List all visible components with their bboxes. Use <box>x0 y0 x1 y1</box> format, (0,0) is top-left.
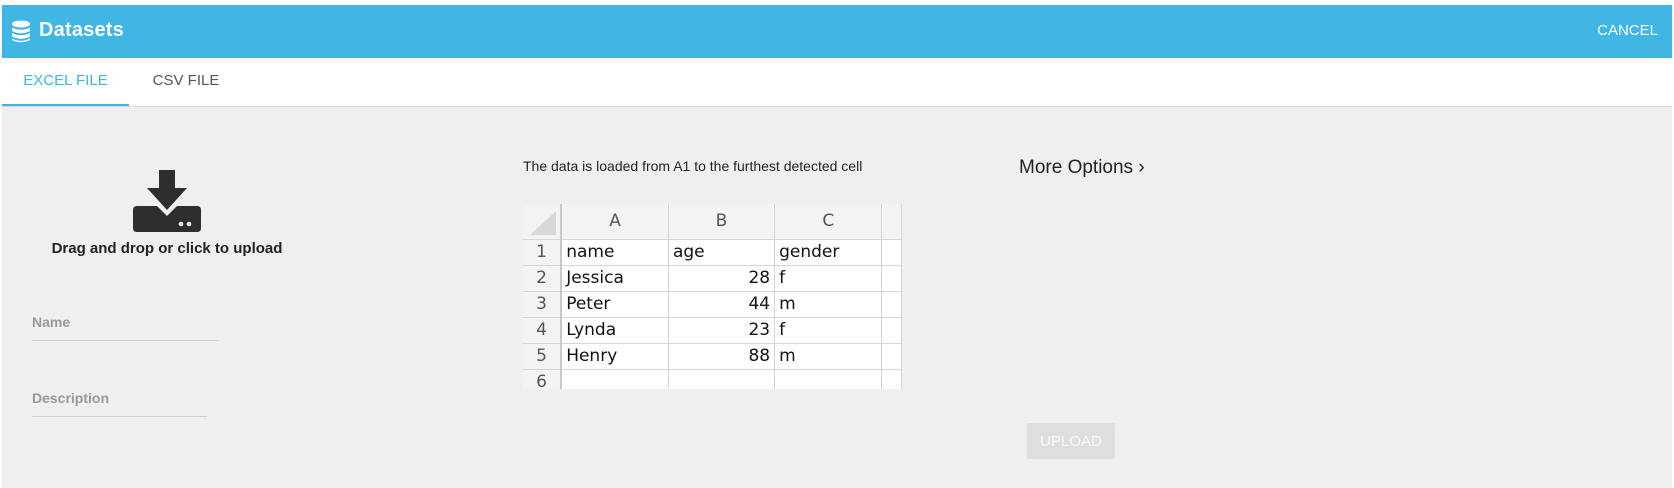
column-header: A <box>561 204 669 240</box>
row-header: 4 <box>523 317 563 344</box>
table-cell: Lynda <box>561 317 669 344</box>
row-header: 5 <box>523 343 563 370</box>
table-cell <box>881 291 902 318</box>
dialog-header: Datasets CANCEL <box>2 5 1672 58</box>
column-header: C <box>774 204 883 240</box>
table-row: 6 <box>523 369 902 389</box>
sheet-corner <box>523 204 563 240</box>
name-label: Name <box>32 314 71 330</box>
upload-button[interactable]: UPLOAD <box>1027 423 1115 459</box>
table-cell: 28 <box>668 265 776 292</box>
table-cell <box>881 239 902 266</box>
dataset-dialog: Datasets CANCEL EXCEL FILE CSV FILE Drag… <box>2 5 1672 488</box>
table-cell: Peter <box>561 291 669 318</box>
name-underline <box>32 340 218 341</box>
row-header: 3 <box>523 291 563 318</box>
more-options-label: More Options <box>1019 157 1134 178</box>
table-row: 2 Jessica 28 f <box>523 265 902 292</box>
description-field[interactable]: Description <box>32 390 207 417</box>
column-header: B <box>668 204 776 240</box>
table-cell <box>774 369 883 389</box>
column-header-row: A B C <box>523 204 902 240</box>
table-cell: 23 <box>668 317 776 344</box>
table-cell <box>881 265 902 292</box>
more-options-link[interactable]: More Options › <box>1019 157 1145 179</box>
row-header: 6 <box>523 369 563 389</box>
table-row: 1 name age gender <box>523 239 902 266</box>
description-underline <box>32 416 207 417</box>
table-cell: 88 <box>668 343 776 370</box>
name-field[interactable]: Name <box>32 314 218 341</box>
table-cell: m <box>774 343 883 370</box>
upload-instructions: Drag and drop or click to upload <box>51 240 283 257</box>
table-cell <box>561 369 669 389</box>
row-header: 1 <box>523 239 563 266</box>
table-row: 5 Henry 88 m <box>523 343 902 370</box>
table-cell: f <box>774 317 883 344</box>
tab-excel-file[interactable]: EXCEL FILE <box>2 58 129 106</box>
table-cell: f <box>774 265 883 292</box>
tab-csv-file[interactable]: CSV FILE <box>132 58 240 106</box>
table-cell <box>881 369 902 389</box>
spreadsheet-preview: A B C 1 name age gender 2 Jessica 28 f 3… <box>523 204 902 389</box>
table-cell: Jessica <box>561 265 669 292</box>
cancel-button[interactable]: CANCEL <box>1597 22 1658 39</box>
table-row: 4 Lynda 23 f <box>523 317 902 344</box>
tab-bar: EXCEL FILE CSV FILE <box>2 58 1672 107</box>
table-cell: m <box>774 291 883 318</box>
dialog-title: Datasets <box>39 19 124 41</box>
column-header <box>881 204 902 240</box>
description-label: Description <box>32 390 110 406</box>
load-range-info: The data is loaded from A1 to the furthe… <box>523 158 863 174</box>
table-cell <box>881 343 902 370</box>
table-cell: gender <box>774 239 883 266</box>
upload-dropzone[interactable]: Drag and drop or click to upload <box>32 170 302 265</box>
table-cell: age <box>668 239 776 266</box>
table-cell <box>668 369 776 389</box>
database-icon <box>12 20 30 43</box>
table-row: 3 Peter 44 m <box>523 291 902 318</box>
table-cell: name <box>561 239 669 266</box>
table-cell: Henry <box>561 343 669 370</box>
row-header: 2 <box>523 265 563 292</box>
chevron-right-icon: › <box>1138 157 1145 178</box>
download-tray-icon <box>133 170 201 232</box>
table-cell <box>881 317 902 344</box>
table-cell: 44 <box>668 291 776 318</box>
